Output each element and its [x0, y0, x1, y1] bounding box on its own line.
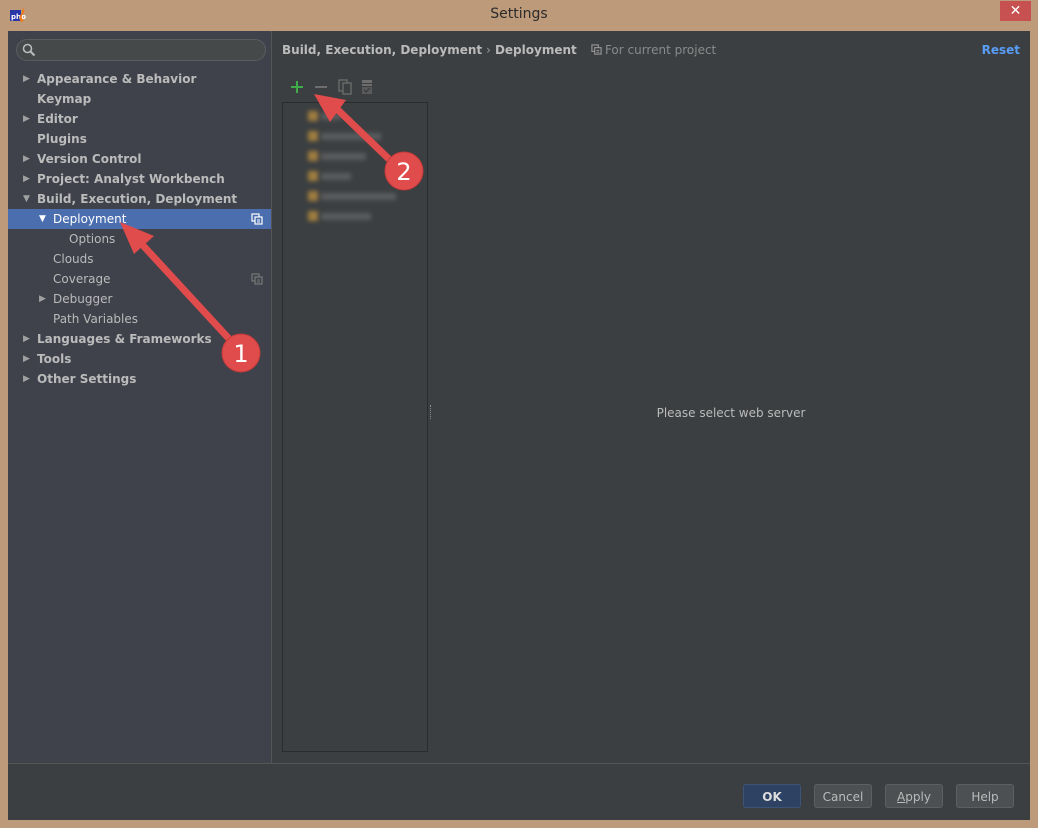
copy-server-button[interactable]	[336, 79, 354, 97]
expanded-arrow-icon[interactable]: ▼	[23, 189, 30, 209]
breadcrumb-parent: Build, Execution, Deployment	[282, 43, 483, 57]
minus-icon	[315, 86, 327, 88]
sidebar-item-label: Plugins	[37, 132, 87, 146]
sidebar-item-debugger[interactable]: ▶ Debugger	[8, 289, 271, 309]
copy-icon	[338, 79, 352, 95]
help-button[interactable]: Help	[956, 784, 1014, 808]
sidebar-item-label: Appearance & Behavior	[37, 72, 197, 86]
settings-search-input[interactable]	[16, 39, 266, 61]
set-default-icon	[362, 80, 372, 94]
sidebar-item-label: Tools	[37, 352, 72, 366]
empty-state-message: Please select web server	[656, 406, 806, 420]
window-title: Settings	[490, 6, 548, 22]
sidebar-item-coverage[interactable]: Coverage	[8, 269, 271, 289]
sidebar-item-label: Coverage	[53, 272, 111, 286]
sidebar-item-options[interactable]: Options	[8, 229, 271, 249]
sidebar-item-label: Languages & Frameworks	[37, 332, 212, 346]
dialog-footer: OK Cancel Apply Help	[8, 763, 1030, 820]
sidebar-item-label: Other Settings	[37, 372, 137, 386]
project-scope-text: For current project	[604, 43, 717, 57]
sidebar-item-label: Editor	[37, 112, 78, 126]
title-bar: php Settings ✕	[0, 0, 1038, 30]
collapsed-arrow-icon[interactable]: ▶	[23, 369, 30, 389]
server-icon	[308, 111, 318, 121]
sidebar-item-plugins[interactable]: Plugins	[8, 129, 271, 149]
breadcrumb-current: Deployment	[494, 43, 577, 57]
sidebar-item-label: Path Variables	[53, 312, 139, 326]
collapsed-arrow-icon[interactable]: ▶	[23, 109, 30, 129]
server-icon	[308, 131, 318, 141]
sidebar-item-languages-frameworks[interactable]: ▶ Languages & Frameworks	[8, 329, 271, 349]
sidebar-item-label: Debugger	[53, 292, 113, 306]
sidebar-item-label: Deployment	[53, 212, 127, 226]
sidebar-item-build-execution-deployment[interactable]: ▼ Build, Execution, Deployment	[8, 189, 271, 209]
apply-button[interactable]: Apply	[885, 784, 943, 808]
settings-sidebar: ▶ Appearance & Behavior Keymap ▶ Editor Plugi…	[8, 31, 272, 763]
server-icon	[308, 211, 318, 221]
sidebar-item-version-control[interactable]: ▶ Version Control	[8, 149, 271, 169]
sidebar-item-other-settings[interactable]: ▶ Other Settings	[8, 369, 271, 389]
sidebar-item-path-variables[interactable]: Path Variables	[8, 309, 271, 329]
sidebar-item-label: Keymap	[37, 92, 92, 106]
collapsed-arrow-icon[interactable]: ▶	[23, 149, 30, 169]
add-server-button[interactable]	[288, 79, 306, 97]
server-icon	[308, 191, 318, 201]
sidebar-item-tools[interactable]: ▶ Tools	[8, 349, 271, 369]
settings-window: ▶ Appearance & Behavior Keymap ▶ Editor Plugi…	[8, 31, 1030, 820]
sidebar-item-label: Project: Analyst Workbench	[37, 172, 225, 186]
sidebar-item-project-analyst-workbench[interactable]: ▶ Project: Analyst Workbench	[8, 169, 271, 189]
cancel-button[interactable]: Cancel	[814, 784, 872, 808]
apply-label: pply	[905, 790, 931, 804]
sidebar-item-label: Clouds	[53, 252, 94, 266]
project-scope-icon	[591, 44, 602, 55]
collapsed-arrow-icon[interactable]: ▶	[23, 169, 30, 189]
sidebar-item-clouds[interactable]: Clouds	[8, 249, 271, 269]
project-scope-icon	[251, 273, 263, 285]
plus-icon	[291, 81, 303, 93]
sidebar-item-deployment[interactable]: ▼ Deployment	[8, 209, 271, 229]
collapsed-arrow-icon[interactable]: ▶	[23, 329, 30, 349]
server-icon	[308, 171, 318, 181]
collapsed-arrow-icon[interactable]: ▶	[39, 289, 46, 309]
project-scope-icon	[251, 213, 263, 225]
breadcrumb-separator: ›	[486, 43, 491, 57]
sidebar-item-editor[interactable]: ▶ Editor	[8, 109, 271, 129]
breadcrumb: Build, Execution, Deployment › Deployment …	[282, 43, 716, 57]
sidebar-item-label: Build, Execution, Deployment	[37, 192, 238, 206]
ok-button[interactable]: OK	[743, 784, 801, 808]
close-button[interactable]: ✕	[1000, 1, 1031, 21]
server-list[interactable]	[282, 102, 428, 752]
sidebar-item-appearance-behavior[interactable]: ▶ Appearance & Behavior	[8, 69, 271, 89]
sidebar-item-keymap[interactable]: Keymap	[8, 89, 271, 109]
remove-server-button[interactable]	[312, 79, 330, 97]
sidebar-item-label: Version Control	[37, 152, 142, 166]
server-icon	[308, 151, 318, 161]
sidebar-item-label: Options	[69, 232, 116, 246]
project-scope-label: For current project	[591, 43, 716, 57]
search-icon	[22, 43, 36, 57]
reset-link[interactable]: Reset	[982, 43, 1020, 57]
set-default-button[interactable]	[358, 79, 376, 97]
collapsed-arrow-icon[interactable]: ▶	[23, 349, 30, 369]
collapsed-arrow-icon[interactable]: ▶	[23, 69, 30, 89]
deployment-panel: Build, Execution, Deployment › Deployment …	[272, 31, 1030, 763]
expanded-arrow-icon[interactable]: ▼	[39, 209, 46, 229]
